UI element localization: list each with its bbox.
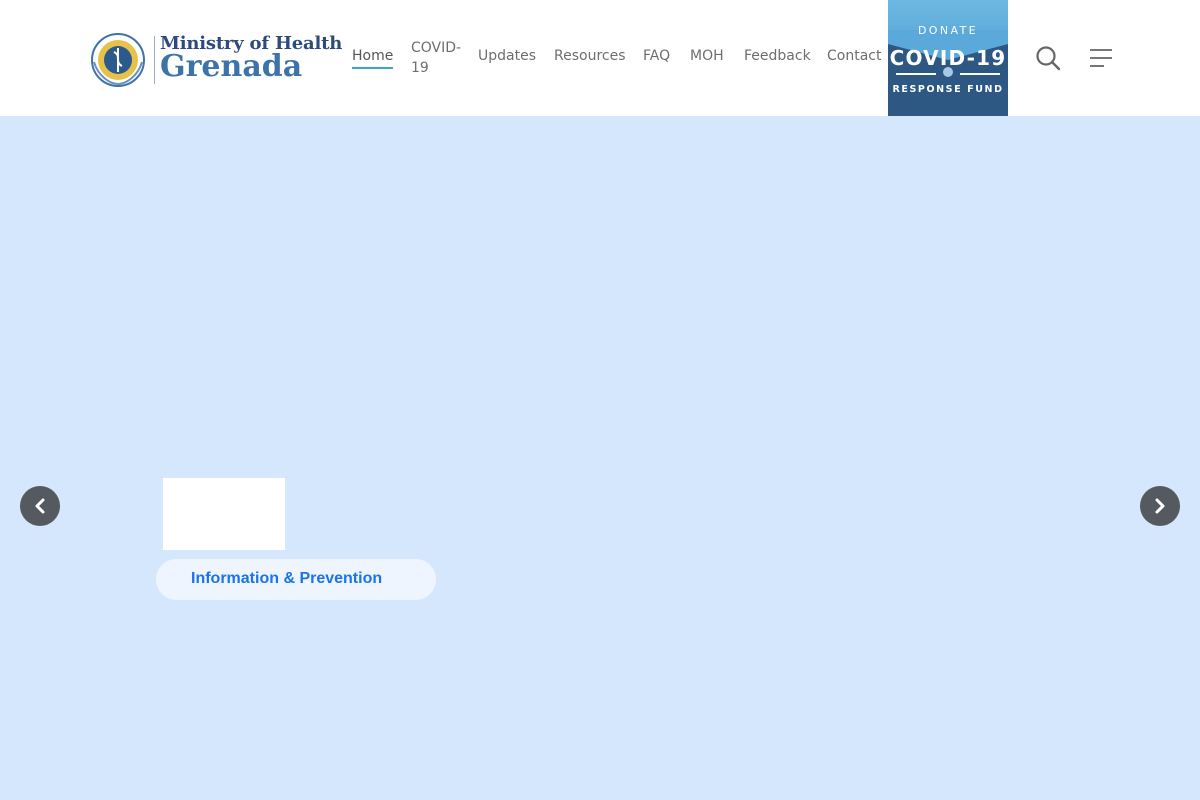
- hero-slider: Information & Prevention: [0, 116, 1200, 800]
- search-button[interactable]: [1034, 44, 1062, 72]
- logo-title-line2: Grenada: [160, 49, 303, 84]
- nav-item-home[interactable]: Home: [352, 48, 394, 69]
- slider-prev-button[interactable]: [20, 486, 60, 526]
- nav-item-label: Home: [352, 48, 394, 64]
- nav-item-resources[interactable]: Resources: [554, 48, 626, 64]
- donate-covid-fund-button[interactable]: DONATE COVID-19 RESPONSE FUND: [888, 0, 1008, 116]
- donate-subtitle: RESPONSE FUND: [892, 84, 1004, 95]
- nav-item-updates[interactable]: Updates: [478, 48, 536, 64]
- nav-item-moh[interactable]: MOH: [690, 48, 724, 64]
- site-logo[interactable]: Ministry of Health Grenada: [90, 30, 342, 90]
- nav-active-underline: [352, 67, 394, 69]
- donate-label: DONATE: [917, 24, 979, 37]
- site-header: Ministry of Health Grenada Home COVID- 1…: [0, 0, 1200, 116]
- nav-item-faq[interactable]: FAQ: [643, 48, 670, 64]
- logo-divider: [154, 36, 155, 84]
- ministry-emblem-icon: [91, 33, 145, 87]
- donate-seal-icon: [943, 67, 953, 77]
- donate-divider-right: [960, 73, 1000, 75]
- nav-item-contact[interactable]: Contact: [827, 48, 881, 64]
- chevron-right-icon: [1155, 498, 1165, 514]
- search-icon: [1036, 46, 1061, 71]
- menu-icon: [1090, 49, 1112, 67]
- pill-label: Information & Prevention: [191, 570, 383, 587]
- slider-next-button[interactable]: [1140, 486, 1180, 526]
- nav-item-feedback[interactable]: Feedback: [744, 48, 811, 64]
- slide-image-placeholder: [163, 478, 285, 550]
- menu-button[interactable]: [1088, 46, 1114, 70]
- donate-divider-left: [896, 73, 936, 75]
- nav-item-covid-19[interactable]: COVID- 19: [411, 38, 461, 78]
- information-prevention-button[interactable]: Information & Prevention: [156, 559, 436, 600]
- nav-item-label-line2: 19: [411, 60, 429, 76]
- chevron-left-icon: [35, 498, 45, 514]
- nav-item-label-line1: COVID-: [411, 40, 462, 56]
